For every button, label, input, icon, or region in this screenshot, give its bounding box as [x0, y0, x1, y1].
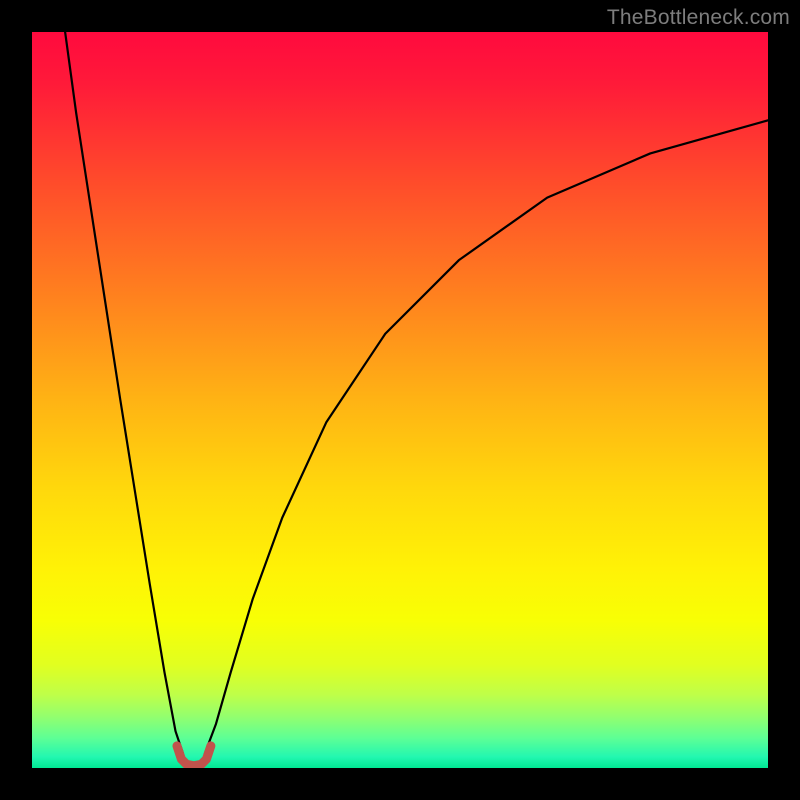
chart-svg — [32, 32, 768, 768]
plot-area — [32, 32, 768, 768]
chart-frame: TheBottleneck.com — [0, 0, 800, 800]
gradient-rect — [32, 32, 768, 768]
watermark-text: TheBottleneck.com — [607, 6, 790, 30]
